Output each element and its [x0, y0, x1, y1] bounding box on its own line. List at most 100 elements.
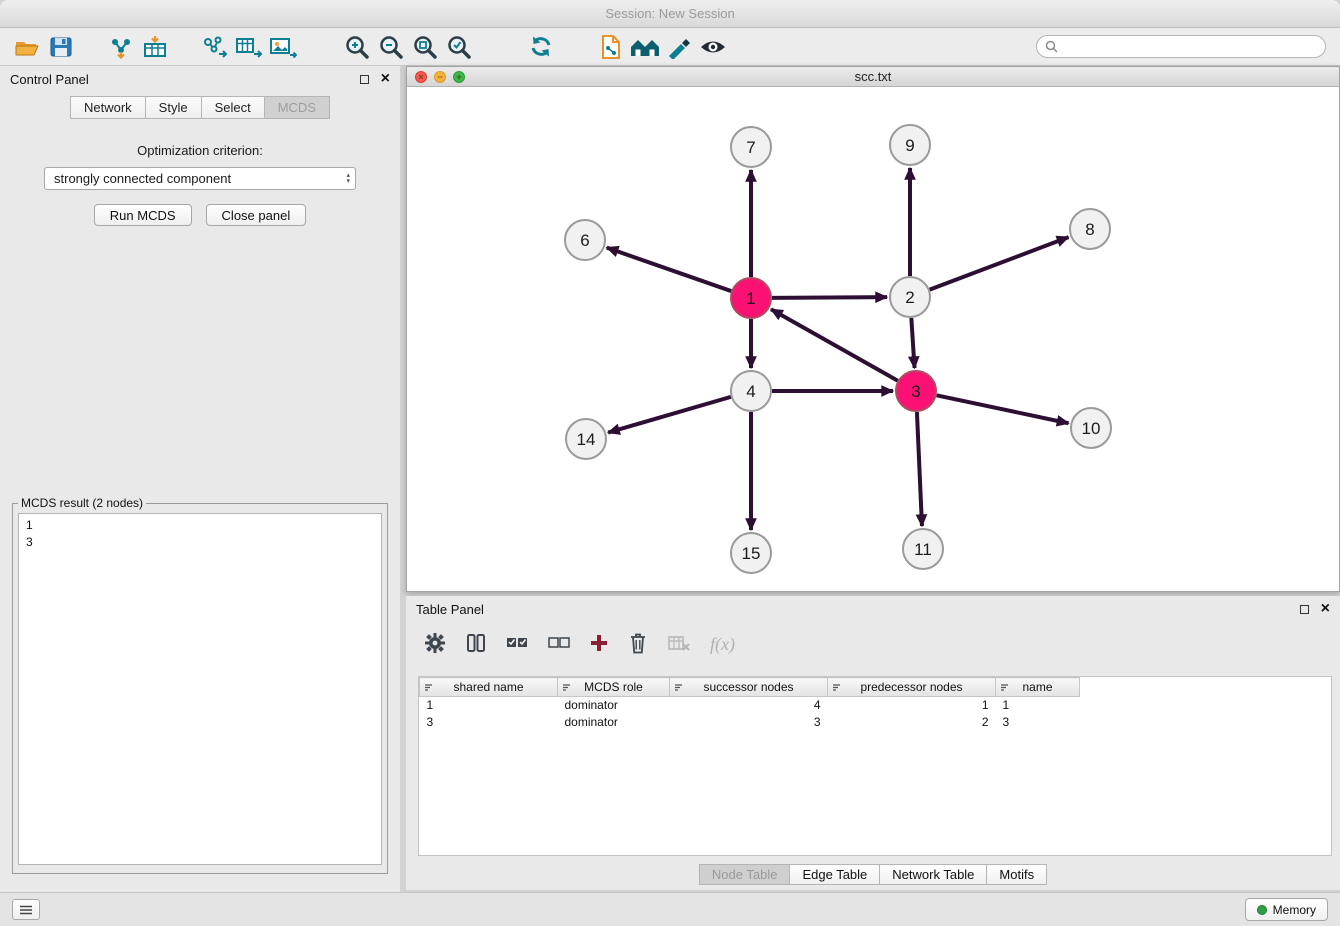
table-settings-button[interactable]	[424, 632, 446, 657]
tab-network-table[interactable]: Network Table	[879, 864, 986, 885]
node-table-header-row: shared name MCDS rolesuccessor nodesprede…	[420, 678, 1332, 697]
table-cell[interactable]: dominator	[558, 697, 670, 714]
tab-node-table[interactable]: Node Table	[699, 864, 790, 885]
create-column-button[interactable]	[590, 634, 608, 655]
show-hide-graphics-button[interactable]	[696, 31, 730, 63]
column-header-shared-name[interactable]: shared name	[420, 678, 558, 697]
zoom-out-button[interactable]	[374, 31, 408, 63]
export-table-icon	[235, 35, 263, 59]
show-columns-button[interactable]	[466, 633, 486, 656]
table-cell[interactable]: 4	[670, 697, 828, 714]
criterion-select[interactable]: strongly connected component ▴▾	[44, 167, 356, 190]
node-4[interactable]: 4	[731, 371, 771, 411]
control-panel-header: Control Panel ×	[0, 66, 400, 92]
function-builder-button[interactable]: f(x)	[710, 634, 735, 655]
export-network-button[interactable]	[198, 31, 232, 63]
maximize-window-icon[interactable]: +	[453, 71, 465, 83]
table-cell[interactable]: 3	[420, 714, 558, 731]
node-8[interactable]: 8	[1070, 209, 1110, 249]
node-11[interactable]: 11	[903, 529, 943, 569]
edge-3-11[interactable]	[917, 412, 922, 526]
table-cell[interactable]: 1	[996, 697, 1080, 714]
svg-text:8: 8	[1085, 220, 1094, 239]
tab-mcds[interactable]: MCDS	[264, 96, 330, 119]
node-1[interactable]: 1	[731, 278, 771, 318]
zoom-selected-button[interactable]	[442, 31, 476, 63]
table-cell[interactable]: 1	[420, 697, 558, 714]
refresh-view-button[interactable]	[524, 31, 558, 63]
table-cell[interactable]: 2	[828, 714, 996, 731]
run-mcds-button[interactable]: Run MCDS	[94, 204, 192, 226]
tab-network[interactable]: Network	[70, 96, 145, 119]
table-cell[interactable]: dominator	[558, 714, 670, 731]
export-image-button[interactable]	[266, 31, 300, 63]
edge-2-8[interactable]	[930, 237, 1069, 289]
edge-2-3[interactable]	[911, 318, 914, 368]
import-table-button[interactable]	[138, 31, 172, 63]
tab-select[interactable]: Select	[201, 96, 264, 119]
apply-style-button[interactable]	[662, 31, 696, 63]
table-row[interactable]: 3dominator323	[420, 714, 1332, 731]
network-window-titlebar[interactable]: × − + scc.txt	[407, 67, 1339, 87]
memory-button[interactable]: Memory	[1245, 898, 1328, 921]
node-6[interactable]: 6	[565, 220, 605, 260]
tab-motifs[interactable]: Motifs	[986, 864, 1047, 885]
column-header-name[interactable]: name	[996, 678, 1080, 697]
delete-column-button[interactable]	[628, 632, 648, 657]
control-panel-title: Control Panel	[10, 72, 360, 87]
tab-edge-table[interactable]: Edge Table	[789, 864, 879, 885]
minimize-window-icon[interactable]: −	[434, 71, 446, 83]
close-panel-button[interactable]: Close panel	[206, 204, 307, 226]
table-row[interactable]: 1dominator411	[420, 697, 1332, 714]
node-7[interactable]: 7	[731, 127, 771, 167]
export-table-button[interactable]	[232, 31, 266, 63]
node-10[interactable]: 10	[1071, 408, 1111, 448]
column-header-MCDS-role[interactable]: MCDS role	[558, 678, 670, 697]
edge-1-6[interactable]	[607, 248, 731, 291]
search-box[interactable]	[1036, 35, 1326, 58]
float-panel-icon[interactable]	[360, 75, 369, 84]
unselect-all-columns-button[interactable]	[548, 636, 570, 653]
save-session-button[interactable]	[44, 31, 78, 63]
svg-text:9: 9	[905, 136, 914, 155]
table-cell[interactable]: 1	[828, 697, 996, 714]
node-9[interactable]: 9	[890, 125, 930, 165]
float-table-panel-icon[interactable]	[1300, 605, 1309, 614]
import-network-button[interactable]	[104, 31, 138, 63]
window-titlebar[interactable]: Session: New Session	[0, 0, 1340, 28]
clone-network-button[interactable]	[594, 31, 628, 63]
task-history-button[interactable]	[12, 899, 40, 920]
edge-4-14[interactable]	[608, 397, 731, 433]
mcds-result-list[interactable]: 13	[18, 513, 382, 865]
network-svg[interactable]: 7 9 6 8 1 2 4 3 10 14 15 11	[407, 87, 1339, 591]
edge-3-1[interactable]	[771, 309, 898, 380]
node-2[interactable]: 2	[890, 277, 930, 317]
node-3[interactable]: 3	[896, 371, 936, 411]
close-table-panel-icon[interactable]: ×	[1321, 603, 1330, 615]
zoom-fit-icon	[412, 34, 438, 60]
close-panel-icon[interactable]: ×	[381, 73, 390, 85]
edge-3-10[interactable]	[937, 395, 1069, 423]
column-header-predecessor-nodes[interactable]: predecessor nodes	[828, 678, 996, 697]
node-15[interactable]: 15	[731, 533, 771, 573]
edge-1-2[interactable]	[772, 297, 887, 298]
trash-icon	[628, 632, 648, 654]
column-header-successor-nodes[interactable]: successor nodes	[670, 678, 828, 697]
zoom-in-button[interactable]	[340, 31, 374, 63]
tab-style[interactable]: Style	[145, 96, 201, 119]
delete-table-button[interactable]	[668, 634, 690, 655]
network-view-window: × − + scc.txt 7 9 6 8 1 2 4 3 10 14 15 11	[406, 66, 1340, 592]
table-cell[interactable]: 3	[996, 714, 1080, 731]
column-header-label: shared name	[453, 680, 523, 694]
table-cell[interactable]: 3	[670, 714, 828, 731]
open-session-button[interactable]	[10, 31, 44, 63]
svg-text:4: 4	[746, 382, 755, 401]
svg-text:15: 15	[742, 544, 761, 563]
select-all-columns-button[interactable]	[506, 636, 528, 653]
search-input[interactable]	[1063, 40, 1317, 54]
zoom-fit-button[interactable]	[408, 31, 442, 63]
node-14[interactable]: 14	[566, 419, 606, 459]
export-network-icon	[201, 35, 229, 59]
close-window-icon[interactable]: ×	[415, 71, 427, 83]
apply-layout-button[interactable]	[628, 31, 662, 63]
